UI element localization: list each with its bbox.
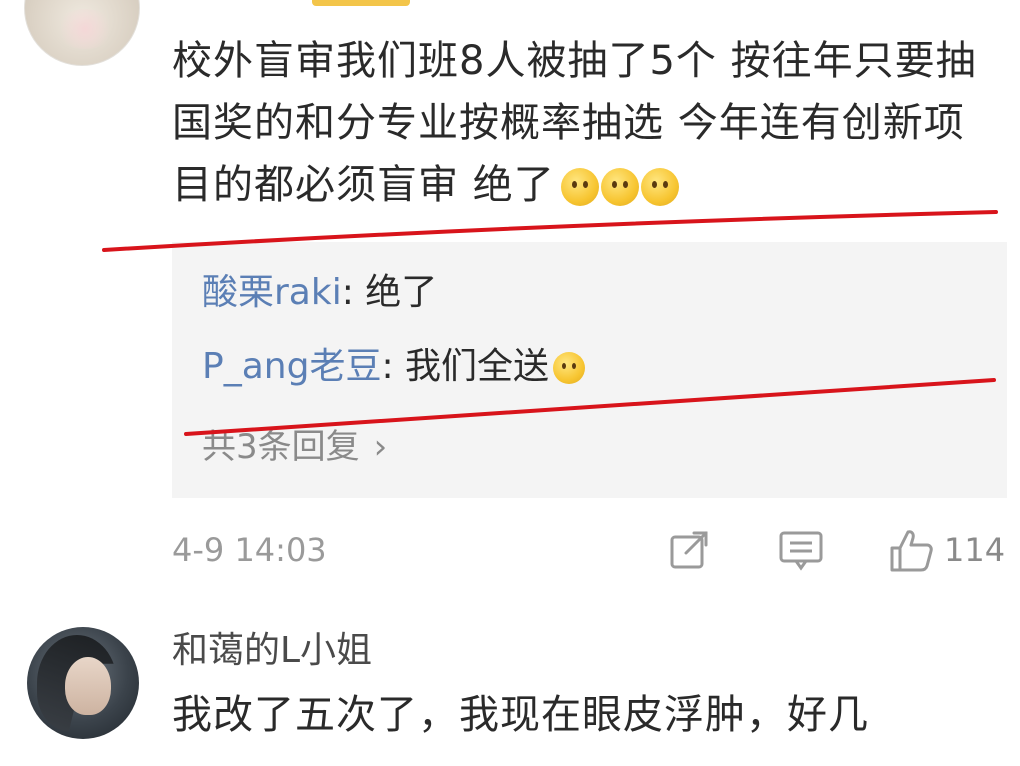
avatar[interactable] [24,0,140,66]
emoji-group [560,168,679,206]
reply-username[interactable]: P_ang老豆 [202,346,381,387]
avatar-face [65,657,111,715]
comment-button[interactable] [778,526,824,574]
comment-icon [778,529,824,571]
share-button[interactable] [668,526,710,574]
highlight-bar [312,0,410,6]
reply-text: 我们全送 [405,346,550,387]
like-icon [888,528,934,572]
comment-text: 校外盲审我们班8人被抽了5个 按往年只要抽国奖的和分专业按概率抽选 今年连有创新… [172,30,1002,216]
smile-emoji-icon [553,352,586,384]
smile-emoji-icon [600,168,639,206]
comment-text: 我改了五次了，我现在眼皮浮肿，好几 [172,692,869,738]
timestamp: 4-9 14:03 [172,531,327,569]
reply-username[interactable]: 酸栗raki [202,272,342,313]
avatar[interactable] [27,627,139,739]
share-icon [668,529,710,571]
reply-count-label: 共3条回复 [202,427,360,467]
avatar-decoration [55,9,115,49]
reply-text: 绝了 [365,272,438,313]
reply-item[interactable]: P_ang老豆: 我们全送 [202,342,586,392]
reply-separator: : [381,346,406,387]
chevron-right-icon: › [373,427,388,467]
like-count: 114 [944,531,1006,569]
like-button[interactable]: 114 [888,526,1005,574]
reply-separator: : [341,272,366,313]
view-replies-link[interactable]: 共3条回复 › [202,422,387,472]
smile-emoji-icon [560,168,599,206]
comment-username[interactable]: 和蔼的L小姐 [172,624,372,678]
reply-box[interactable]: 酸栗raki: 绝了 P_ang老豆: 我们全送 共3条回复 › [172,242,1007,498]
reply-item[interactable]: 酸栗raki: 绝了 [202,268,437,318]
comment-feed: 校外盲审我们班8人被抽了5个 按往年只要抽国奖的和分专业按概率抽选 今年连有创新… [0,0,1020,766]
smile-emoji-icon [640,168,679,206]
